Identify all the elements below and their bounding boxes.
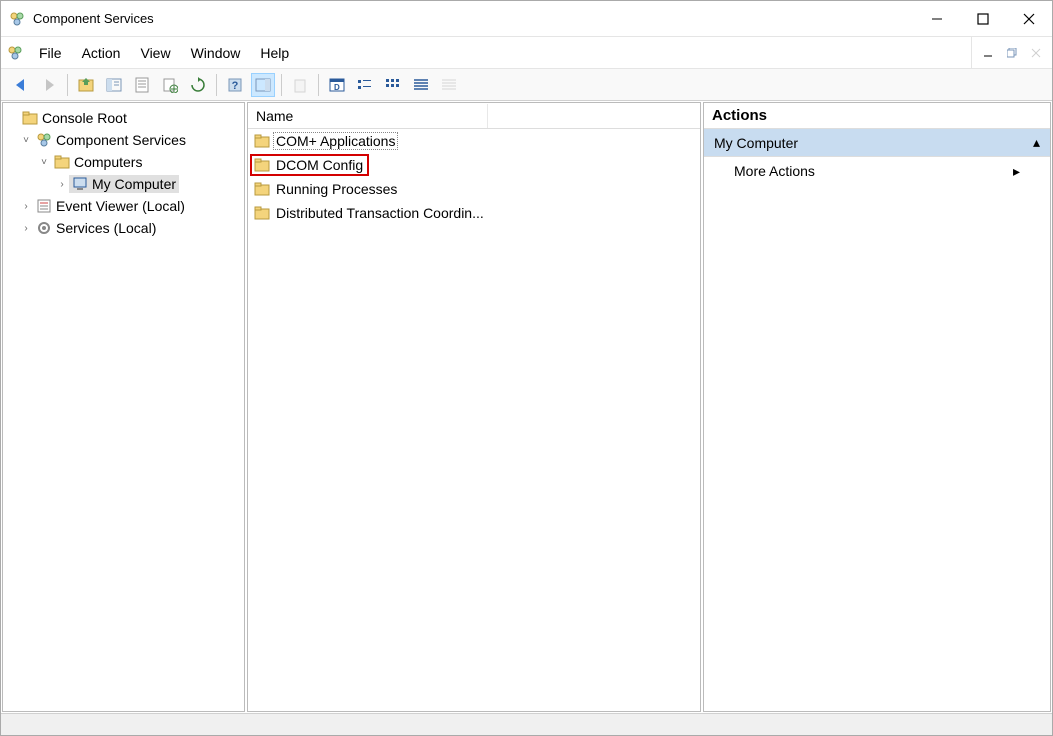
refresh-button[interactable] (186, 73, 210, 97)
menu-view[interactable]: View (130, 41, 180, 65)
tree-item-services[interactable]: › Services (Local) (5, 217, 242, 239)
chevron-right-icon: ▸ (1013, 163, 1020, 180)
show-hide-action-pane-button[interactable] (251, 73, 275, 97)
main-area: Console Root ˅ Component Services ˅ Comp… (1, 101, 1052, 713)
forward-button (37, 73, 61, 97)
menu-action[interactable]: Action (72, 41, 131, 65)
tree-item-my-computer[interactable]: › My Computer (5, 173, 242, 195)
list-item-label: Running Processes (274, 181, 399, 197)
menu-window[interactable]: Window (181, 41, 251, 65)
tree-item-computers[interactable]: ˅ Computers (5, 151, 242, 173)
list-item-com-apps[interactable]: COM+ Applications (248, 129, 700, 153)
tree-label: My Computer (92, 176, 176, 192)
toolbar: ? D (1, 69, 1052, 101)
column-header-name[interactable]: Name (248, 104, 488, 128)
actions-more-label: More Actions (734, 163, 815, 179)
actions-header: Actions (704, 103, 1050, 129)
list-item-dcom-config[interactable]: DCOM Config (248, 153, 700, 177)
expander-icon[interactable]: › (19, 201, 33, 212)
view-apps-button[interactable]: D (325, 73, 349, 97)
tree-label: Services (Local) (56, 220, 156, 236)
actions-panel: Actions My Computer ▴ More Actions ▸ (703, 102, 1051, 712)
folder-icon (254, 181, 270, 197)
status-view-button (437, 73, 461, 97)
tree-label: Event Viewer (Local) (56, 198, 185, 214)
list-item-label: DCOM Config (274, 157, 365, 173)
maximize-button[interactable] (960, 1, 1006, 36)
close-button[interactable] (1006, 1, 1052, 36)
tree-item-console-root[interactable]: Console Root (5, 107, 242, 129)
mdi-close-button (1025, 42, 1047, 64)
status-bar (1, 713, 1052, 735)
mdi-minimize-button[interactable] (977, 42, 999, 64)
view-methods-button[interactable] (409, 73, 433, 97)
folder-icon (22, 110, 38, 126)
view-interfaces-button[interactable] (381, 73, 405, 97)
folder-icon (254, 157, 270, 173)
list-item-dtc[interactable]: Distributed Transaction Coordin... (248, 201, 700, 225)
window-controls (914, 1, 1052, 36)
app-icon-small (7, 45, 23, 61)
folder-icon (254, 205, 270, 221)
export-list-button[interactable] (158, 73, 182, 97)
actions-section-label: My Computer (714, 135, 798, 151)
folder-icon (54, 154, 70, 170)
gear-icon (36, 220, 52, 236)
tree-item-event-viewer[interactable]: › Event Viewer (Local) (5, 195, 242, 217)
view-components-button[interactable] (353, 73, 377, 97)
expander-icon[interactable]: › (19, 223, 33, 234)
event-viewer-icon (36, 198, 52, 214)
expander-icon[interactable]: › (55, 179, 69, 190)
list-header: Name (248, 103, 700, 129)
help-button[interactable]: ? (223, 73, 247, 97)
svg-text:?: ? (232, 80, 239, 92)
svg-text:D: D (334, 83, 340, 92)
new-object-button (288, 73, 312, 97)
back-button[interactable] (9, 73, 33, 97)
up-button[interactable] (74, 73, 98, 97)
menu-bar: File Action View Window Help (1, 37, 1052, 69)
mdi-restore-button[interactable] (1001, 42, 1023, 64)
computer-icon (72, 176, 88, 192)
collapse-icon: ▴ (1033, 134, 1040, 151)
list-item-running-processes[interactable]: Running Processes (248, 177, 700, 201)
tree-label: Computers (74, 154, 142, 170)
list-panel: Name COM+ Applications DCOM Config Runni… (247, 102, 701, 712)
expander-icon[interactable]: ˅ (37, 157, 51, 168)
menu-file[interactable]: File (29, 41, 72, 65)
list-item-label: Distributed Transaction Coordin... (274, 205, 486, 221)
highlight-annotation: DCOM Config (250, 154, 369, 176)
minimize-button[interactable] (914, 1, 960, 36)
expander-icon[interactable]: ˅ (19, 135, 33, 146)
tree-item-component-services[interactable]: ˅ Component Services (5, 129, 242, 151)
properties-button[interactable] (130, 73, 154, 97)
menu-help[interactable]: Help (250, 41, 299, 65)
title-bar: Component Services (1, 1, 1052, 37)
list-item-label: COM+ Applications (274, 133, 397, 149)
tree-label: Component Services (56, 132, 186, 148)
tree-panel: Console Root ˅ Component Services ˅ Comp… (2, 102, 245, 712)
window-title: Component Services (33, 11, 914, 26)
actions-more[interactable]: More Actions ▸ (704, 157, 1050, 185)
actions-section[interactable]: My Computer ▴ (704, 129, 1050, 157)
app-icon (9, 11, 25, 27)
folder-icon (254, 133, 270, 149)
show-hide-tree-button[interactable] (102, 73, 126, 97)
tree-label: Console Root (42, 110, 127, 126)
component-services-icon (36, 132, 52, 148)
